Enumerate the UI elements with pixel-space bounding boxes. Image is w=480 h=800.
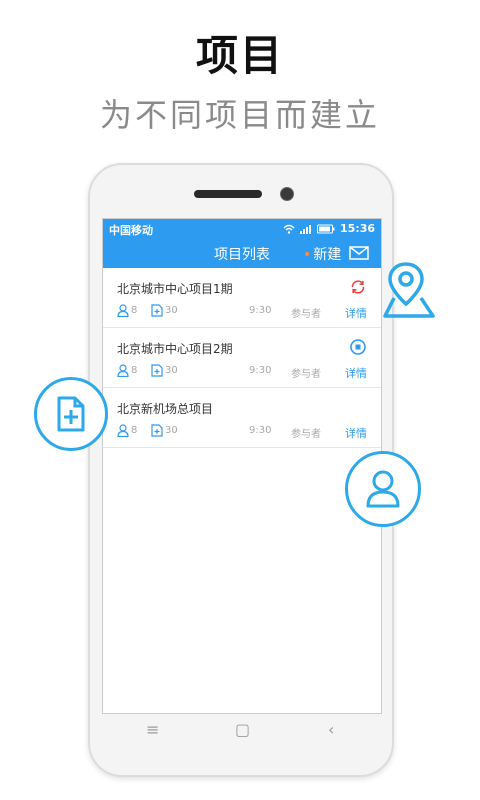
menu-key[interactable]: ≡ [146, 720, 159, 739]
project-meta: 8 30 9:30 参与者 详情 [117, 424, 367, 441]
home-key[interactable]: ▢ [235, 720, 250, 739]
speaker-grille [194, 190, 262, 198]
soft-keys: ≡ ▢ ‹ [90, 720, 392, 750]
nav-bar: 项目列表 • 新建 [103, 239, 381, 268]
new-project-label: 新建 [313, 247, 342, 263]
user-badge [345, 451, 421, 527]
project-list-item[interactable]: 北京城市中心项目1期 8 30 9:30 参与者 详情 [103, 268, 381, 328]
add-document-badge [34, 377, 108, 451]
person-icon [117, 364, 129, 377]
project-list-item[interactable]: 北京城市中心项目2期 8 30 9:30 参与者 详情 [103, 328, 381, 388]
new-dot-icon: • [303, 247, 312, 263]
new-project-button[interactable]: • 新建 [303, 244, 341, 264]
back-key[interactable]: ‹ [328, 720, 334, 739]
status-bar: 中国移动 15:36 [103, 219, 381, 239]
project-time: 9:30 [249, 305, 272, 316]
signal-icon [299, 224, 311, 234]
user-icon [366, 470, 400, 508]
document-count-value: 30 [165, 365, 178, 376]
member-count-value: 8 [131, 425, 138, 436]
document-count: 30 [151, 304, 178, 317]
document-count-value: 30 [165, 305, 178, 316]
member-count-value: 8 [131, 305, 138, 316]
document-count-value: 30 [165, 425, 178, 436]
member-count: 8 [117, 424, 137, 437]
project-title: 北京城市中心项目2期 [117, 342, 233, 356]
details-link[interactable]: 详情 [345, 365, 367, 381]
document-add-icon [151, 304, 163, 317]
project-meta: 8 30 9:30 参与者 详情 [117, 304, 367, 321]
participants-link[interactable]: 参与者 [291, 425, 321, 440]
document-count: 30 [151, 424, 178, 437]
participants-link[interactable]: 参与者 [291, 305, 321, 320]
front-camera [280, 187, 294, 201]
mail-icon[interactable] [349, 245, 369, 261]
stop-icon[interactable] [349, 338, 367, 356]
project-time: 9:30 [249, 365, 272, 376]
clock-time: 15:36 [339, 222, 375, 235]
battery-icon [316, 224, 335, 233]
document-count: 30 [151, 364, 178, 377]
person-icon [117, 304, 129, 317]
project-meta: 8 30 9:30 参与者 详情 [117, 364, 367, 381]
carrier-label: 中国移动 [109, 224, 153, 237]
status-icons: 15:36 [283, 222, 375, 235]
hero-title: 项目 [195, 31, 284, 80]
details-link[interactable]: 详情 [345, 305, 367, 321]
project-list-item[interactable]: 北京新机场总项目 8 30 9:30 参与者 详情 [103, 388, 381, 448]
phone-screen: 中国移动 15:36 项目列表 • 新建 北京城市中心项目1期 8 30 9:3… [102, 218, 382, 714]
participants-link[interactable]: 参与者 [291, 365, 321, 380]
person-icon [117, 424, 129, 437]
project-list: 北京城市中心项目1期 8 30 9:30 参与者 详情 北京城市中心项目2期 8… [103, 268, 381, 448]
member-count-value: 8 [131, 365, 138, 376]
member-count: 8 [117, 304, 137, 317]
refresh-icon[interactable] [349, 278, 367, 296]
details-link[interactable]: 详情 [345, 425, 367, 441]
wifi-icon [283, 224, 295, 234]
document-add-icon [151, 364, 163, 377]
location-pin-icon [383, 262, 435, 318]
member-count: 8 [117, 364, 137, 377]
project-title: 北京新机场总项目 [117, 402, 214, 416]
document-add-icon [151, 424, 163, 437]
hero-subtitle: 为不同项目而建立 [99, 96, 380, 134]
project-time: 9:30 [249, 425, 272, 436]
project-title: 北京城市中心项目1期 [117, 282, 233, 296]
document-add-icon [57, 396, 85, 432]
